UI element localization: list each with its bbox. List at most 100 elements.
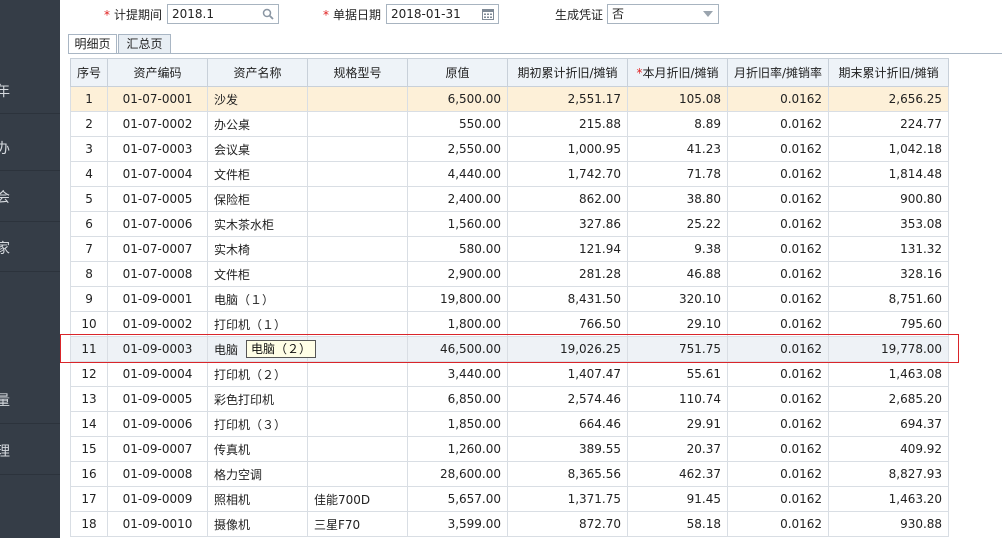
cell-rate[interactable]: 0.0162: [727, 311, 830, 337]
cell-name[interactable]: 会议桌: [207, 136, 309, 162]
sidebar-item-6[interactable]: 理: [0, 424, 60, 475]
cell-spec[interactable]: [307, 136, 409, 162]
voucher-select[interactable]: 否: [607, 4, 719, 24]
cell-code[interactable]: 01-09-0005: [107, 386, 209, 412]
cell-month[interactable]: 20.37: [627, 436, 729, 462]
cell-end[interactable]: 2,685.20: [828, 386, 950, 412]
cell-rate[interactable]: 0.0162: [727, 161, 830, 187]
cell-month[interactable]: 46.88: [627, 261, 729, 287]
cell-spec[interactable]: [307, 111, 409, 137]
cell-orig[interactable]: 1,800.00: [407, 311, 509, 337]
cell-month[interactable]: 25.22: [627, 211, 729, 237]
cell-orig[interactable]: 28,600.00: [407, 461, 509, 487]
cell-seq[interactable]: 5: [69, 186, 109, 212]
sidebar-item-4[interactable]: 家: [0, 221, 60, 272]
cell-name[interactable]: 打印机（１）: [207, 311, 309, 337]
cell-begin[interactable]: 766.50: [507, 311, 629, 337]
cell-end[interactable]: 8,827.93: [828, 461, 950, 487]
cell-spec[interactable]: [307, 161, 409, 187]
cell-month[interactable]: 462.37: [627, 461, 729, 487]
table-row[interactable]: 8 01-07-0008 文件柜 2,900.00 281.28 46.88 0.0162 3…: [69, 261, 950, 287]
cell-end[interactable]: 1,463.20: [828, 486, 950, 512]
cell-code[interactable]: 01-09-0006: [107, 411, 209, 437]
cell-orig[interactable]: 2,550.00: [407, 136, 509, 162]
cell-begin[interactable]: 1,000.95: [507, 136, 629, 162]
cell-code[interactable]: 01-07-0007: [107, 236, 209, 262]
col-header-begin[interactable]: 期初累计折旧/摊销: [507, 58, 629, 87]
cell-begin[interactable]: 872.70: [507, 511, 629, 537]
cell-spec[interactable]: [307, 386, 409, 412]
cell-begin[interactable]: 215.88: [507, 111, 629, 137]
table-row[interactable]: 13 01-09-0005 彩色打印机 6,850.00 2,574.46 110.74 0…: [69, 386, 950, 412]
table-row[interactable]: 4 01-07-0004 文件柜 4,440.00 1,742.70 71.78 0.016…: [69, 161, 950, 187]
cell-name[interactable]: 办公桌: [207, 111, 309, 137]
cell-begin[interactable]: 2,574.46: [507, 386, 629, 412]
period-input[interactable]: 2018.1: [167, 4, 279, 24]
cell-end[interactable]: 409.92: [828, 436, 950, 462]
tab-detail[interactable]: 明细页: [68, 34, 117, 54]
table-row[interactable]: 10 01-09-0002 打印机（１） 1,800.00 766.50 29.10 0.0…: [69, 311, 950, 337]
cell-month[interactable]: 71.78: [627, 161, 729, 187]
date-input[interactable]: 2018-01-31: [386, 4, 499, 24]
cell-seq[interactable]: 2: [69, 111, 109, 137]
cell-name[interactable]: 保险柜: [207, 186, 309, 212]
cell-orig[interactable]: 2,900.00: [407, 261, 509, 287]
col-header-spec[interactable]: 规格型号: [307, 58, 409, 87]
sidebar-item-3[interactable]: 会: [0, 171, 60, 222]
cell-code[interactable]: 01-09-0003: [107, 336, 209, 362]
cell-name[interactable]: 文件柜: [207, 261, 309, 287]
cell-seq[interactable]: 14: [69, 411, 109, 437]
cell-rate[interactable]: 0.0162: [727, 211, 830, 237]
table-row[interactable]: 7 01-07-0007 实木椅 580.00 121.94 9.38 0.0162 131.…: [69, 236, 950, 262]
cell-code[interactable]: 01-09-0007: [107, 436, 209, 462]
cell-seq[interactable]: 17: [69, 486, 109, 512]
cell-name[interactable]: 打印机（２）: [207, 361, 309, 387]
cell-seq[interactable]: 8: [69, 261, 109, 287]
cell-end[interactable]: 1,042.18: [828, 136, 950, 162]
cell-code[interactable]: 01-07-0002: [107, 111, 209, 137]
cell-spec[interactable]: [307, 211, 409, 237]
cell-code[interactable]: 01-07-0008: [107, 261, 209, 287]
table-row[interactable]: 18 01-09-0010 摄像机 三星F70 3,599.00 872.70 58.18 0…: [69, 511, 950, 537]
cell-name[interactable]: 沙发: [207, 86, 309, 112]
cell-orig[interactable]: 1,560.00: [407, 211, 509, 237]
cell-seq[interactable]: 7: [69, 236, 109, 262]
table-row[interactable]: 3 01-07-0003 会议桌 2,550.00 1,000.95 41.23 0.016…: [69, 136, 950, 162]
table-row[interactable]: 14 01-09-0006 打印机（３） 1,850.00 664.46 29.91 0.0…: [69, 411, 950, 437]
cell-seq[interactable]: 13: [69, 386, 109, 412]
col-header-name[interactable]: 资产名称: [207, 58, 309, 87]
cell-begin[interactable]: 19,026.25: [507, 336, 629, 362]
cell-spec[interactable]: [307, 236, 409, 262]
cell-code[interactable]: 01-09-0009: [107, 486, 209, 512]
col-header-rate[interactable]: 月折旧率/摊销率: [727, 58, 830, 87]
col-header-month[interactable]: *本月折旧/摊销: [627, 58, 729, 87]
cell-month[interactable]: 320.10: [627, 286, 729, 312]
cell-seq[interactable]: 15: [69, 436, 109, 462]
cell-seq[interactable]: 16: [69, 461, 109, 487]
cell-name[interactable]: 彩色打印机: [207, 386, 309, 412]
cell-end[interactable]: 8,751.60: [828, 286, 950, 312]
cell-rate[interactable]: 0.0162: [727, 111, 830, 137]
cell-spec[interactable]: [307, 336, 409, 362]
cell-rate[interactable]: 0.0162: [727, 486, 830, 512]
cell-code[interactable]: 01-09-0001: [107, 286, 209, 312]
cell-name[interactable]: 传真机: [207, 436, 309, 462]
cell-code[interactable]: 01-07-0003: [107, 136, 209, 162]
cell-name[interactable]: 打印机（３）: [207, 411, 309, 437]
col-header-code[interactable]: 资产编码: [107, 58, 209, 87]
cell-begin[interactable]: 8,431.50: [507, 286, 629, 312]
cell-month[interactable]: 9.38: [627, 236, 729, 262]
cell-begin[interactable]: 8,365.56: [507, 461, 629, 487]
cell-spec[interactable]: [307, 186, 409, 212]
cell-seq[interactable]: 1: [69, 86, 109, 112]
cell-month[interactable]: 105.08: [627, 86, 729, 112]
cell-end[interactable]: 353.08: [828, 211, 950, 237]
cell-rate[interactable]: 0.0162: [727, 236, 830, 262]
table-row[interactable]: 16 01-09-0008 格力空调 28,600.00 8,365.56 462.37 0…: [69, 461, 950, 487]
col-header-orig[interactable]: 原值: [407, 58, 509, 87]
cell-end[interactable]: 131.32: [828, 236, 950, 262]
cell-seq[interactable]: 4: [69, 161, 109, 187]
cell-orig[interactable]: 46,500.00: [407, 336, 509, 362]
cell-month[interactable]: 41.23: [627, 136, 729, 162]
cell-name[interactable]: 实木茶水柜: [207, 211, 309, 237]
